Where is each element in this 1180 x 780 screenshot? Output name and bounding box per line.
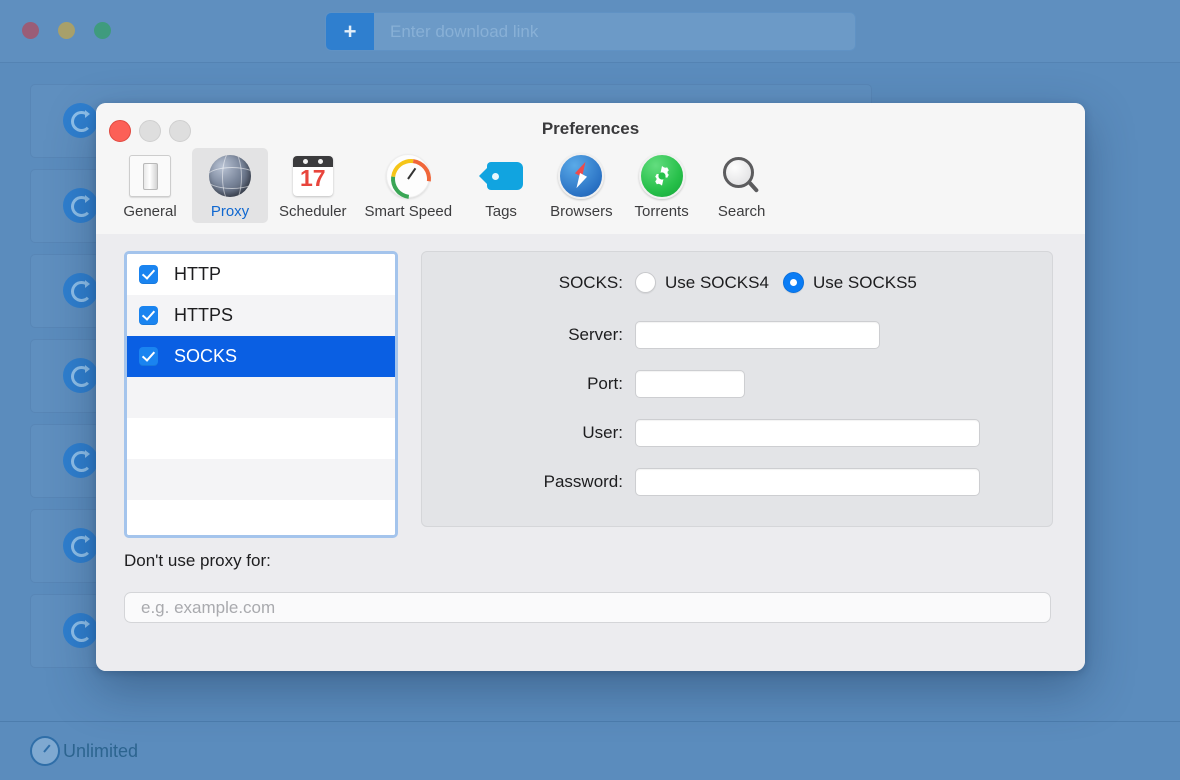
preferences-window: Preferences General Proxy 17 <box>96 103 1085 671</box>
proxy-list-row-label: SOCKS <box>174 346 237 367</box>
radio-button-socks4[interactable] <box>635 272 656 293</box>
tab-browsers[interactable]: Browsers <box>543 148 620 223</box>
page-title: Preferences <box>96 119 1085 139</box>
proxy-list-row-empty <box>127 418 395 459</box>
socks-label: SOCKS: <box>422 273 635 293</box>
server-input[interactable] <box>635 321 880 349</box>
calendar-day-number: 17 <box>293 165 333 192</box>
background-traffic-lights <box>22 22 111 39</box>
port-label: Port: <box>422 374 635 394</box>
speed-gauge-icon <box>384 152 432 200</box>
tab-tags-label: Tags <box>485 203 517 220</box>
download-link-bar[interactable]: + Enter download link <box>325 12 856 51</box>
proxy-list-row-http[interactable]: HTTP <box>127 254 395 295</box>
preferences-toolbar: Preferences General Proxy 17 <box>96 103 1085 235</box>
resume-icon[interactable] <box>63 358 98 393</box>
proxy-list-row-empty <box>127 459 395 500</box>
light-switch-icon <box>126 152 174 200</box>
tab-tags[interactable]: Tags <box>463 148 539 223</box>
server-label: Server: <box>422 325 635 345</box>
proxy-list-row-label: HTTP <box>174 264 221 285</box>
background-titlebar: + Enter download link <box>0 0 1180 63</box>
tab-scheduler-label: Scheduler <box>279 203 347 220</box>
tab-smart-speed-label: Smart Speed <box>365 203 453 220</box>
safari-compass-icon <box>557 152 605 200</box>
checkbox-socks[interactable] <box>139 347 158 366</box>
speed-limit-control[interactable]: Unlimited <box>30 736 138 766</box>
tab-browsers-label: Browsers <box>550 203 613 220</box>
proxy-list-row-empty <box>127 500 395 538</box>
preferences-content-pane: HTTP HTTPS SOCKS SOCKS: Us <box>96 234 1085 671</box>
proxy-detail-panel: SOCKS: Use SOCKS4 Use SOCKS5 Server: <box>421 251 1053 527</box>
resume-icon[interactable] <box>63 273 98 308</box>
resume-icon[interactable] <box>63 103 98 138</box>
radio-use-socks4[interactable]: Use SOCKS4 <box>635 272 769 293</box>
radio-use-socks5[interactable]: Use SOCKS5 <box>783 272 917 293</box>
proxy-list-row-label: HTTPS <box>174 305 233 326</box>
server-row: Server: <box>422 321 1052 349</box>
tag-icon <box>477 152 525 200</box>
port-input[interactable] <box>635 370 745 398</box>
radio-use-socks5-label: Use SOCKS5 <box>813 273 917 293</box>
background-close-button[interactable] <box>22 22 39 39</box>
tab-general-label: General <box>123 203 176 220</box>
tab-torrents-label: Torrents <box>635 203 689 220</box>
proxy-list-row-https[interactable]: HTTPS <box>127 295 395 336</box>
port-row: Port: <box>422 370 1052 398</box>
bypass-input[interactable]: e.g. example.com <box>124 592 1051 623</box>
socks-version-row: SOCKS: Use SOCKS4 Use SOCKS5 <box>422 272 1052 293</box>
calendar-icon: 17 <box>289 152 337 200</box>
tab-proxy-label: Proxy <box>211 203 249 220</box>
resume-icon[interactable] <box>63 443 98 478</box>
password-label: Password: <box>422 472 635 492</box>
tab-search[interactable]: Search <box>704 148 780 223</box>
socks-version-radio-group[interactable]: Use SOCKS4 Use SOCKS5 <box>635 272 917 293</box>
user-input[interactable] <box>635 419 980 447</box>
preferences-tab-bar: General Proxy 17 Scheduler <box>112 148 784 223</box>
proxy-list-row-socks[interactable]: SOCKS <box>127 336 395 377</box>
checkbox-https[interactable] <box>139 306 158 325</box>
globe-icon <box>206 152 254 200</box>
radio-use-socks4-label: Use SOCKS4 <box>665 273 769 293</box>
background-status-bar: Unlimited <box>0 721 1180 780</box>
background-minimize-button[interactable] <box>58 22 75 39</box>
resume-icon[interactable] <box>63 188 98 223</box>
tab-torrents[interactable]: Torrents <box>624 148 700 223</box>
magnifier-icon <box>718 152 766 200</box>
bypass-label: Don't use proxy for: <box>124 551 271 571</box>
speed-limit-label: Unlimited <box>63 741 138 762</box>
tab-search-label: Search <box>718 203 766 220</box>
background-zoom-button[interactable] <box>94 22 111 39</box>
download-link-input[interactable]: Enter download link <box>374 22 855 42</box>
user-row: User: <box>422 419 1052 447</box>
speedometer-icon <box>30 736 60 766</box>
green-gear-icon <box>638 152 686 200</box>
tab-proxy[interactable]: Proxy <box>192 148 268 223</box>
proxy-list-row-empty <box>127 377 395 418</box>
resume-icon[interactable] <box>63 613 98 648</box>
password-row: Password: <box>422 468 1052 496</box>
proxy-protocol-list[interactable]: HTTP HTTPS SOCKS <box>124 251 398 538</box>
plus-icon[interactable]: + <box>326 13 374 50</box>
password-input[interactable] <box>635 468 980 496</box>
user-label: User: <box>422 423 635 443</box>
resume-icon[interactable] <box>63 528 98 563</box>
radio-button-socks5[interactable] <box>783 272 804 293</box>
tab-scheduler[interactable]: 17 Scheduler <box>272 148 354 223</box>
tab-smart-speed[interactable]: Smart Speed <box>358 148 460 223</box>
checkbox-http[interactable] <box>139 265 158 284</box>
tab-general[interactable]: General <box>112 148 188 223</box>
